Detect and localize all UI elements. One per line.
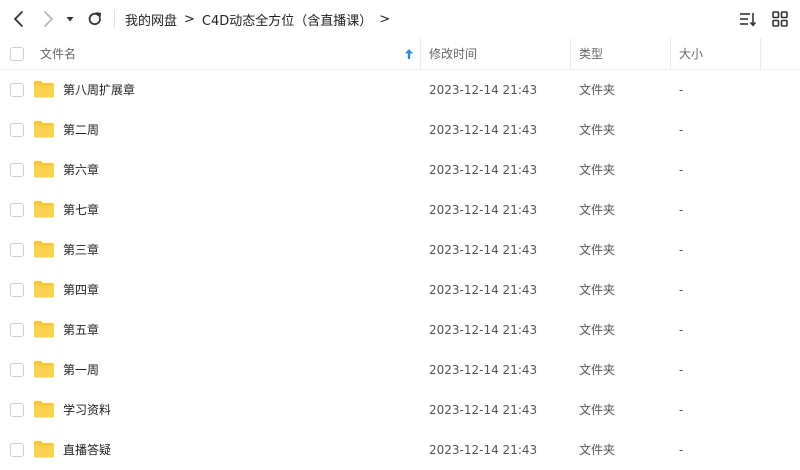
file-row[interactable]: 第五章 2023-12-14 21:43 文件夹 - xyxy=(0,310,800,350)
file-type: 文件夹 xyxy=(579,363,616,377)
file-modified: 2023-12-14 21:43 xyxy=(429,403,538,417)
forward-arrow-icon[interactable] xyxy=(38,9,58,29)
file-name[interactable]: 第一周 xyxy=(63,350,99,390)
folder-icon xyxy=(33,199,55,219)
file-modified: 2023-12-14 21:43 xyxy=(429,123,538,137)
back-arrow-icon[interactable] xyxy=(9,9,29,29)
file-name[interactable]: 第四章 xyxy=(63,270,99,310)
sort-list-icon[interactable] xyxy=(738,9,758,29)
file-modified: 2023-12-14 21:43 xyxy=(429,283,538,297)
file-row[interactable]: 直播答疑 2023-12-14 21:43 文件夹 - xyxy=(0,430,800,470)
row-checkbox[interactable] xyxy=(10,403,24,417)
file-modified: 2023-12-14 21:43 xyxy=(429,163,538,177)
column-size-header[interactable]: 大小 xyxy=(679,38,703,70)
file-size: - xyxy=(679,163,684,177)
column-modified-header[interactable]: 修改时间 xyxy=(429,38,477,70)
row-checkbox[interactable] xyxy=(10,163,24,177)
file-size: - xyxy=(679,283,684,297)
file-modified: 2023-12-14 21:43 xyxy=(429,363,538,377)
file-type: 文件夹 xyxy=(579,403,616,417)
file-modified: 2023-12-14 21:43 xyxy=(429,203,538,217)
file-name[interactable]: 第五章 xyxy=(63,310,99,350)
file-type: 文件夹 xyxy=(579,283,616,297)
file-modified: 2023-12-14 21:43 xyxy=(429,83,538,97)
column-header: 文件名 修改时间 类型 大小 xyxy=(0,38,800,70)
file-row[interactable]: 第二周 2023-12-14 21:43 文件夹 - xyxy=(0,110,800,150)
file-size: - xyxy=(679,403,684,417)
file-size: - xyxy=(679,443,684,457)
file-type: 文件夹 xyxy=(579,163,616,177)
file-row[interactable]: 第一周 2023-12-14 21:43 文件夹 - xyxy=(0,350,800,390)
file-modified: 2023-12-14 21:43 xyxy=(429,443,538,457)
file-size: - xyxy=(679,363,684,377)
row-checkbox[interactable] xyxy=(10,363,24,377)
file-size: - xyxy=(679,123,684,137)
file-size: - xyxy=(679,243,684,257)
breadcrumb-separator: > xyxy=(184,11,195,27)
file-type: 文件夹 xyxy=(579,203,616,217)
row-checkbox[interactable] xyxy=(10,283,24,297)
folder-icon xyxy=(33,279,55,299)
file-size: - xyxy=(679,323,684,337)
file-size: - xyxy=(679,83,684,97)
column-name-header[interactable]: 文件名 xyxy=(40,38,76,70)
file-row[interactable]: 第六章 2023-12-14 21:43 文件夹 - xyxy=(0,150,800,190)
file-name[interactable]: 第八周扩展章 xyxy=(63,70,135,110)
grid-view-icon[interactable] xyxy=(770,9,790,29)
file-row[interactable]: 第八周扩展章 2023-12-14 21:43 文件夹 - xyxy=(0,70,800,110)
file-row[interactable]: 第三章 2023-12-14 21:43 文件夹 - xyxy=(0,230,800,270)
row-checkbox[interactable] xyxy=(10,83,24,97)
file-name[interactable]: 学习资料 xyxy=(63,390,111,430)
row-checkbox[interactable] xyxy=(10,203,24,217)
file-type: 文件夹 xyxy=(579,323,616,337)
column-divider[interactable] xyxy=(570,38,571,70)
file-name[interactable]: 第六章 xyxy=(63,150,99,190)
folder-icon xyxy=(33,119,55,139)
row-checkbox[interactable] xyxy=(10,243,24,257)
file-name[interactable]: 第三章 xyxy=(63,230,99,270)
folder-icon xyxy=(33,439,55,459)
file-name[interactable]: 直播答疑 xyxy=(63,430,111,470)
toolbar: 我的网盘 > C4D动态全方位（含直播课） > xyxy=(0,0,800,38)
breadcrumb-item-root[interactable]: 我的网盘 xyxy=(125,10,177,29)
row-checkbox[interactable] xyxy=(10,443,24,457)
file-row[interactable]: 第四章 2023-12-14 21:43 文件夹 - xyxy=(0,270,800,310)
sort-ascending-icon[interactable] xyxy=(404,48,414,60)
column-type-header[interactable]: 类型 xyxy=(579,38,603,70)
file-size: - xyxy=(679,203,684,217)
file-type: 文件夹 xyxy=(579,443,616,457)
history-dropdown-icon[interactable] xyxy=(64,9,76,29)
file-type: 文件夹 xyxy=(579,83,616,97)
file-type: 文件夹 xyxy=(579,243,616,257)
column-divider[interactable] xyxy=(420,38,421,70)
row-checkbox[interactable] xyxy=(10,123,24,137)
file-name[interactable]: 第二周 xyxy=(63,110,99,150)
file-modified: 2023-12-14 21:43 xyxy=(429,243,538,257)
file-name[interactable]: 第七章 xyxy=(63,190,99,230)
folder-icon xyxy=(33,319,55,339)
file-modified: 2023-12-14 21:43 xyxy=(429,323,538,337)
folder-icon xyxy=(33,399,55,419)
folder-icon xyxy=(33,79,55,99)
refresh-icon[interactable] xyxy=(85,9,105,29)
breadcrumb: 我的网盘 > C4D动态全方位（含直播课） > xyxy=(114,0,397,38)
folder-icon xyxy=(33,159,55,179)
file-row[interactable]: 第七章 2023-12-14 21:43 文件夹 - xyxy=(0,190,800,230)
row-checkbox[interactable] xyxy=(10,323,24,337)
file-type: 文件夹 xyxy=(579,123,616,137)
column-divider[interactable] xyxy=(670,38,671,70)
select-all-checkbox[interactable] xyxy=(10,47,24,61)
file-row[interactable]: 学习资料 2023-12-14 21:43 文件夹 - xyxy=(0,390,800,430)
folder-icon xyxy=(33,359,55,379)
column-divider[interactable] xyxy=(760,38,761,70)
breadcrumb-separator[interactable]: > xyxy=(379,12,390,27)
breadcrumb-item-current[interactable]: C4D动态全方位（含直播课） xyxy=(202,10,372,29)
folder-icon xyxy=(33,239,55,259)
